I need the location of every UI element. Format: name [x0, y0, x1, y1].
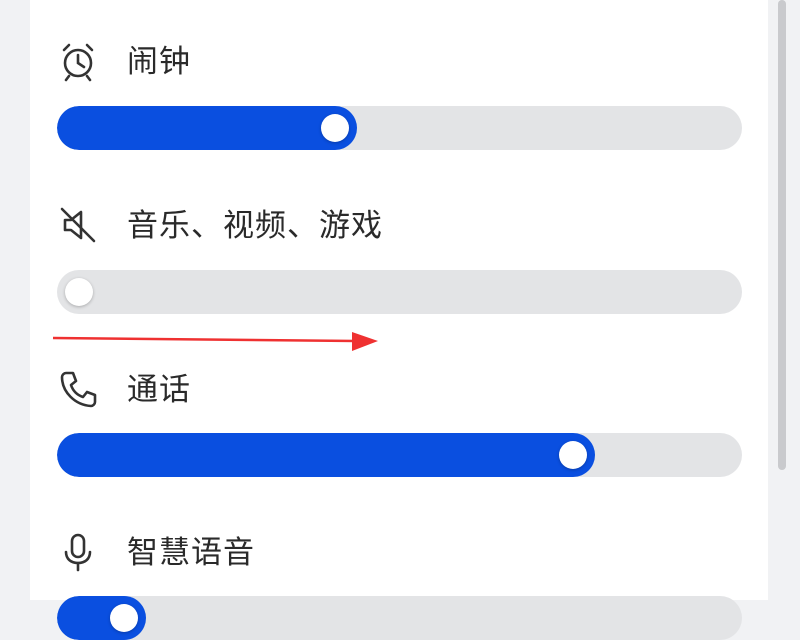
annotation-arrow	[52, 332, 378, 351]
phone-icon	[57, 368, 99, 410]
smart-voice-label: 智慧语音	[127, 535, 255, 571]
microphone-icon	[57, 531, 99, 573]
calls-volume-fill	[57, 433, 595, 477]
calls-volume-slider[interactable]	[57, 433, 742, 477]
smart-voice-volume-slider[interactable]	[57, 596, 742, 640]
calls-label: 通话	[127, 372, 191, 408]
smart-voice-volume-knob[interactable]	[109, 604, 138, 632]
calls-volume-knob[interactable]	[558, 441, 587, 469]
